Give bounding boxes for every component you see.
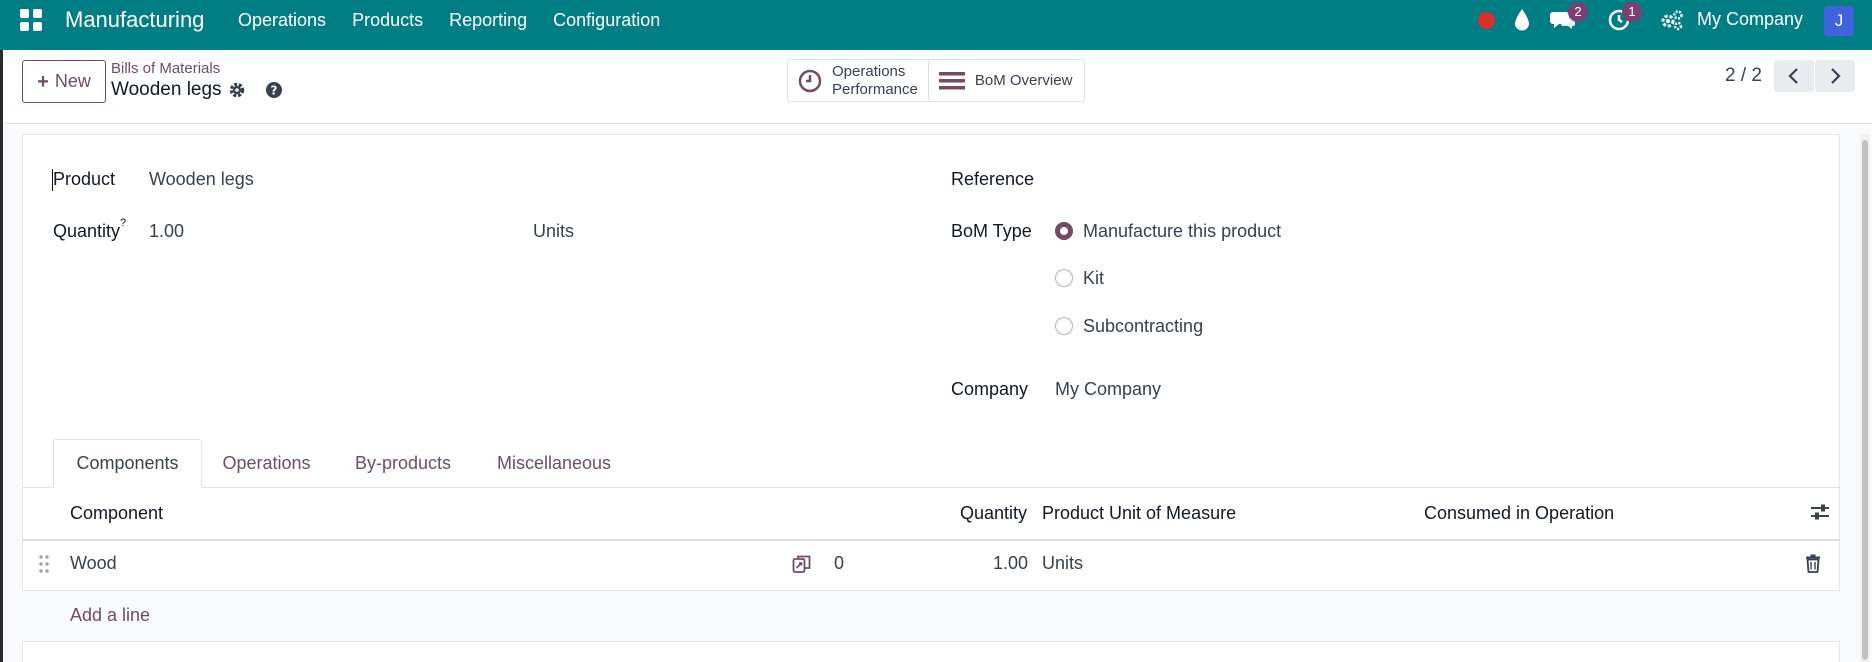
- record-dot-icon[interactable]: [1478, 12, 1495, 29]
- menu-reporting[interactable]: Reporting: [449, 10, 527, 31]
- bom-type-subcontracting-label[interactable]: Subcontracting: [1083, 316, 1203, 337]
- pager-previous-button[interactable]: [1774, 60, 1814, 92]
- tab-by-products[interactable]: By-products: [341, 439, 465, 488]
- bom-type-kit-radio[interactable]: [1055, 269, 1073, 287]
- gear-icon[interactable]: [228, 81, 246, 99]
- bom-overview-button[interactable]: BoM Overview: [928, 60, 1085, 101]
- row-operation-cell[interactable]: [1424, 553, 1764, 577]
- chevron-left-icon: [1788, 68, 1798, 84]
- menu-operations[interactable]: Operations: [238, 10, 326, 31]
- ops-perf-line2: Performance: [832, 80, 918, 98]
- tab-components[interactable]: Components: [53, 439, 202, 488]
- reference-label: Reference: [951, 169, 1035, 189]
- scrollbar-thumb[interactable]: [1862, 140, 1868, 660]
- top-navbar: Manufacturing Operations Products Report…: [0, 0, 1872, 50]
- bom-type-label: BoM Type: [951, 221, 1032, 241]
- pager-next-button[interactable]: [1815, 60, 1855, 92]
- record-title: Wooden legs: [111, 79, 222, 100]
- company-field[interactable]: My Company: [1055, 379, 1161, 400]
- bars-icon: [938, 71, 965, 89]
- column-header-uom[interactable]: Product Unit of Measure: [1042, 503, 1236, 524]
- operations-performance-button[interactable]: Operations Performance: [788, 60, 929, 101]
- reference-field[interactable]: [1055, 164, 1815, 194]
- column-header-component[interactable]: Component: [70, 503, 163, 524]
- apps-menu-icon[interactable]: [20, 9, 42, 31]
- bom-type-manufacture-radio[interactable]: [1055, 222, 1073, 240]
- main-menu: Operations Products Reporting Configurat…: [238, 10, 686, 31]
- window-edge: [0, 50, 3, 662]
- breadcrumb-bills-of-materials[interactable]: Bills of Materials: [111, 60, 220, 77]
- bom-overview-label: BoM Overview: [974, 71, 1073, 89]
- app-brand[interactable]: Manufacturing: [65, 7, 204, 33]
- form-sheet: [22, 134, 1840, 662]
- optional-columns-sliders-icon[interactable]: [1810, 503, 1830, 521]
- uom-field[interactable]: Units: [533, 221, 574, 242]
- add-a-line-link[interactable]: Add a line: [70, 605, 150, 626]
- activity-badge: 1: [1622, 2, 1642, 22]
- product-field[interactable]: Wooden legs: [149, 169, 254, 190]
- product-label: Product: [53, 169, 116, 189]
- quantity-field[interactable]: 1.00: [149, 221, 184, 242]
- tab-miscellaneous[interactable]: Miscellaneous: [478, 439, 630, 488]
- table-header-divider: [22, 539, 1840, 541]
- tab-operations[interactable]: Operations: [206, 439, 327, 488]
- bom-type-kit-label[interactable]: Kit: [1083, 268, 1104, 289]
- pager-value[interactable]: 2 / 2: [1725, 65, 1762, 87]
- column-header-consumed-in-operation[interactable]: Consumed in Operation: [1424, 503, 1614, 524]
- clock-icon: [798, 69, 822, 92]
- ops-perf-line1: Operations: [832, 62, 906, 80]
- drop-icon[interactable]: [1513, 8, 1531, 32]
- quantity-help-tooltip[interactable]: ?: [120, 217, 126, 229]
- control-panel: + New Bills of Materials Wooden legs ? O…: [0, 50, 1872, 124]
- debug-gears-icon[interactable]: [1660, 9, 1684, 31]
- help-icon[interactable]: ?: [265, 81, 283, 99]
- plus-icon: +: [37, 70, 49, 93]
- company-switcher[interactable]: My Company: [1697, 9, 1803, 30]
- row-forecast-value: 0: [834, 553, 845, 573]
- chevron-right-icon: [1831, 68, 1841, 84]
- menu-configuration[interactable]: Configuration: [553, 10, 660, 31]
- smart-buttons: Operations Performance BoM Overview: [787, 59, 1086, 102]
- trash-icon[interactable]: [1805, 554, 1821, 573]
- user-avatar[interactable]: J: [1824, 6, 1854, 36]
- quantity-label: Quantity?: [53, 217, 126, 242]
- add-line-row: [22, 591, 1840, 641]
- chat-badge: 2: [1568, 2, 1588, 22]
- row-divider: [22, 641, 1840, 642]
- row-quantity-cell[interactable]: 1.00: [993, 553, 1028, 574]
- quantity-label-text: Quantity: [53, 221, 121, 241]
- new-button[interactable]: + New: [22, 60, 106, 103]
- drag-handle-icon[interactable]: [38, 554, 50, 574]
- column-header-quantity[interactable]: Quantity: [960, 503, 1027, 524]
- forecast-report-icon[interactable]: [792, 554, 812, 574]
- bom-type-subcontracting-radio[interactable]: [1055, 317, 1073, 335]
- svg-text:?: ?: [271, 84, 278, 98]
- bom-type-manufacture-label[interactable]: Manufacture this product: [1083, 221, 1281, 242]
- menu-products[interactable]: Products: [352, 10, 423, 31]
- row-uom-cell[interactable]: Units: [1042, 553, 1083, 574]
- row-component-cell[interactable]: Wood: [70, 553, 117, 574]
- new-button-label: New: [54, 71, 91, 91]
- company-label: Company: [951, 379, 1029, 399]
